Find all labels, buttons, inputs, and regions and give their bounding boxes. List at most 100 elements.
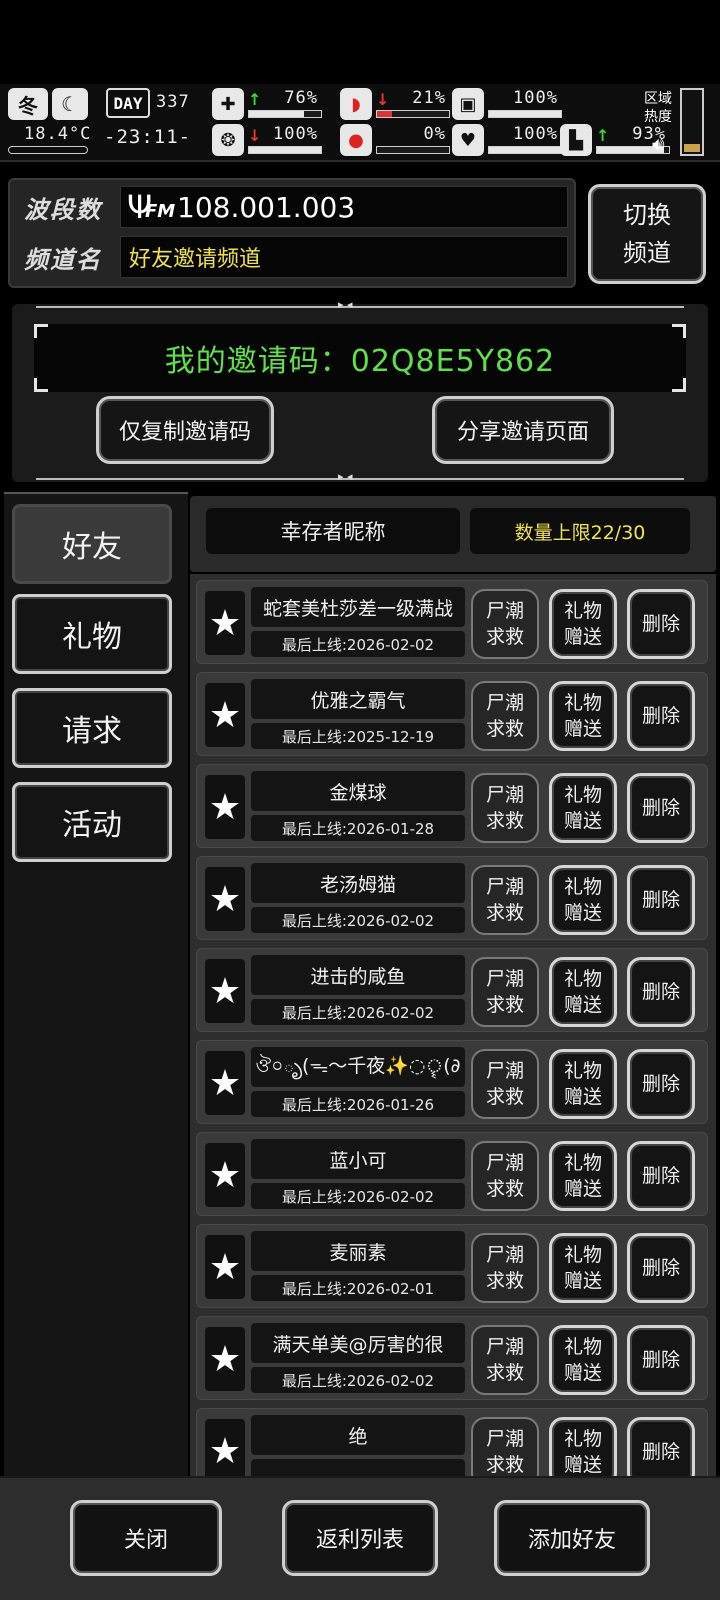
gift-send-button[interactable]: 礼物 赠送 bbox=[549, 1141, 617, 1211]
delete-friend-button[interactable]: 删除 bbox=[627, 1233, 695, 1303]
day-label: DAY bbox=[106, 88, 150, 118]
fm-label: FM bbox=[145, 201, 176, 222]
stat-bar bbox=[248, 146, 322, 154]
stat-value: 100% bbox=[273, 124, 318, 144]
gift-send-button[interactable]: 礼物 赠送 bbox=[549, 1233, 617, 1303]
last-online: 最后上线:2026-02-02 bbox=[251, 907, 465, 933]
nickname-header: 幸存者昵称 bbox=[206, 508, 460, 554]
bottom-bar: 关闭 返利列表 添加好友 bbox=[0, 1476, 720, 1600]
divider-arrows-bottom: ▸ ◂ bbox=[338, 470, 353, 483]
star-icon[interactable]: ★ bbox=[205, 1143, 245, 1207]
friend-row[interactable]: ★ 绝尸潮 求救 礼物 赠送 删除 bbox=[196, 1408, 708, 1476]
rescue-request-button[interactable]: 尸潮 求救 bbox=[471, 1417, 539, 1476]
gift-send-button[interactable]: 礼物 赠送 bbox=[549, 1417, 617, 1476]
delete-friend-button[interactable]: 删除 bbox=[627, 1141, 695, 1211]
rescue-request-button[interactable]: 尸潮 求救 bbox=[471, 773, 539, 843]
rescue-request-button[interactable]: 尸潮 求救 bbox=[471, 1233, 539, 1303]
speaker-icon[interactable]: 🔊︎ bbox=[652, 132, 665, 156]
gift-send-button[interactable]: 礼物 赠送 bbox=[549, 589, 617, 659]
tab-gifts[interactable]: 礼物 bbox=[12, 594, 172, 674]
zone-label-line1: 区域 bbox=[644, 91, 672, 107]
friend-row[interactable]: ★ ঔ০ృ(ᯓ〜千夜✨◌ৄ(∂ 最后上线:2026-01-26 尸潮 求救 礼物 赠送 删除 bbox=[196, 1040, 708, 1124]
friend-name: 金煤球 bbox=[251, 771, 465, 811]
rescue-request-button[interactable]: 尸潮 求救 bbox=[471, 589, 539, 659]
rescue-request-button[interactable]: 尸潮 求救 bbox=[471, 1049, 539, 1119]
stomach-icon: ◗ bbox=[340, 88, 372, 120]
tab-events[interactable]: 活动 bbox=[12, 782, 172, 862]
band-label: 波段数 bbox=[24, 196, 102, 224]
rescue-request-button[interactable]: 尸潮 求救 bbox=[471, 1325, 539, 1395]
last-online: 最后上线:2026-02-02 bbox=[251, 631, 465, 657]
frame-corner-bl bbox=[34, 378, 48, 392]
zone-heat-fill bbox=[684, 144, 700, 152]
gift-send-button[interactable]: 礼物 赠送 bbox=[549, 1325, 617, 1395]
friend-name: 绝 bbox=[251, 1415, 465, 1455]
rescue-request-button[interactable]: 尸潮 求救 bbox=[471, 865, 539, 935]
stat-value: 100% bbox=[513, 88, 558, 108]
friend-list[interactable]: ★ 蛇套美杜莎差一级满战 最后上线:2026-02-02 尸潮 求救 礼物 赠送 删除 ★ 优雅之… bbox=[190, 574, 716, 1476]
delete-friend-button[interactable]: 删除 bbox=[627, 1049, 695, 1119]
delete-friend-button[interactable]: 删除 bbox=[627, 589, 695, 659]
delete-friend-button[interactable]: 删除 bbox=[627, 773, 695, 843]
star-icon[interactable]: ★ bbox=[205, 591, 245, 655]
friend-row[interactable]: ★ 蛇套美杜莎差一级满战最后上线:2026-02-02 尸潮 求救 礼物 赠送 删除 bbox=[196, 580, 708, 664]
last-online: 最后上线:2025-12-19 bbox=[251, 723, 465, 749]
delete-friend-button[interactable]: 删除 bbox=[627, 865, 695, 935]
channel-value: 好友邀请频道 bbox=[120, 236, 568, 278]
friend-name: 蛇套美杜莎差一级满战 bbox=[251, 587, 465, 627]
delete-friend-button[interactable]: 删除 bbox=[627, 681, 695, 751]
star-icon[interactable]: ★ bbox=[205, 683, 245, 747]
friend-name: 进击的咸鱼 bbox=[251, 955, 465, 995]
star-icon[interactable]: ★ bbox=[205, 1051, 245, 1115]
switch-line1: 切换 bbox=[623, 201, 671, 229]
friend-row[interactable]: ★ 进击的咸鱼 最后上线:2026-02-02 尸潮 求救 礼物 赠送 删除 bbox=[196, 948, 708, 1032]
star-icon[interactable]: ★ bbox=[205, 867, 245, 931]
add-friend-button[interactable]: 添加好友 bbox=[494, 1500, 650, 1576]
brain-icon: ❂ bbox=[212, 124, 244, 156]
gift-send-button[interactable]: 礼物 赠送 bbox=[549, 773, 617, 843]
friend-row[interactable]: ★ 麦丽素最后上线:2026-02-01 尸潮 求救 礼物 赠送 删除 bbox=[196, 1224, 708, 1308]
gift-send-button[interactable]: 礼物 赠送 bbox=[549, 1049, 617, 1119]
star-icon[interactable]: ★ bbox=[205, 1419, 245, 1476]
stat-value: 100% bbox=[513, 124, 558, 144]
friend-row[interactable]: ★ 优雅之霸气 最后上线:2025-12-19 尸潮 求救 礼物 赠送 删除 bbox=[196, 672, 708, 756]
friend-name: ঔ০ృ(ᯓ〜千夜✨◌ৄ(∂ bbox=[251, 1047, 465, 1087]
radio-panel: 波段数 Ψ FM 108.001.003 频道名 好友邀请频道 bbox=[8, 178, 576, 288]
rescue-request-button[interactable]: 尸潮 求救 bbox=[471, 681, 539, 751]
friend-name: 满天单美@厉害的很 bbox=[251, 1323, 465, 1363]
delete-friend-button[interactable]: 删除 bbox=[627, 957, 695, 1027]
bottom-divider bbox=[36, 478, 684, 480]
close-button[interactable]: 关闭 bbox=[70, 1500, 222, 1576]
star-icon[interactable]: ★ bbox=[205, 775, 245, 839]
friend-row[interactable]: ★ 蓝小可 最后上线:2026-02-02 尸潮 求救 礼物 赠送 删除 bbox=[196, 1132, 708, 1216]
copy-code-button[interactable]: 仅复制邀请码 bbox=[96, 396, 274, 464]
delete-friend-button[interactable]: 删除 bbox=[627, 1325, 695, 1395]
delete-friend-button[interactable]: 删除 bbox=[627, 1417, 695, 1476]
last-online: 最后上线:2026-02-01 bbox=[251, 1275, 465, 1301]
stat-bar bbox=[376, 110, 450, 118]
gift-send-button[interactable]: 礼物 赠送 bbox=[549, 865, 617, 935]
gift-send-button[interactable]: 礼物 赠送 bbox=[549, 681, 617, 751]
switch-channel-button[interactable]: 切换 频道 bbox=[588, 184, 706, 284]
rescue-request-button[interactable]: 尸潮 求救 bbox=[471, 957, 539, 1027]
frame-corner-br bbox=[672, 378, 686, 392]
heart-icon: ♥ bbox=[452, 124, 484, 156]
invite-panel: ▸ ◂ 我的邀请码：02Q8E5Y862 仅复制邀请码 分享邀请页面 ▸ ◂ bbox=[12, 298, 708, 483]
share-page-button[interactable]: 分享邀请页面 bbox=[432, 396, 614, 464]
friend-row[interactable]: ★ 满天单美@厉害的很 最后上线:2026-02-02 尸潮 求救 礼物 赠送 删除 bbox=[196, 1316, 708, 1400]
rescue-request-button[interactable]: 尸潮 求救 bbox=[471, 1141, 539, 1211]
star-icon[interactable]: ★ bbox=[205, 1235, 245, 1299]
star-icon[interactable]: ★ bbox=[205, 1327, 245, 1391]
trend-down-icon: ↓ bbox=[248, 126, 262, 145]
tab-friends[interactable]: 好友 bbox=[12, 504, 172, 584]
rebate-list-button[interactable]: 返利列表 bbox=[282, 1500, 438, 1576]
friend-row[interactable]: ★ 老汤姆猫 最后上线:2026-02-02 尸潮 求救 礼物 赠送 删除 bbox=[196, 856, 708, 940]
water-icon: ▣ bbox=[452, 88, 484, 120]
friend-row[interactable]: ★ 金煤球 最后上线:2026-01-28 尸潮 求救 礼物 赠送 删除 bbox=[196, 764, 708, 848]
tab-requests[interactable]: 请求 bbox=[12, 688, 172, 768]
channel-label: 频道名 bbox=[24, 246, 102, 274]
friend-name: 麦丽素 bbox=[251, 1231, 465, 1271]
star-icon[interactable]: ★ bbox=[205, 959, 245, 1023]
gift-send-button[interactable]: 礼物 赠送 bbox=[549, 957, 617, 1027]
trend-up-icon: ↑ bbox=[248, 90, 262, 109]
